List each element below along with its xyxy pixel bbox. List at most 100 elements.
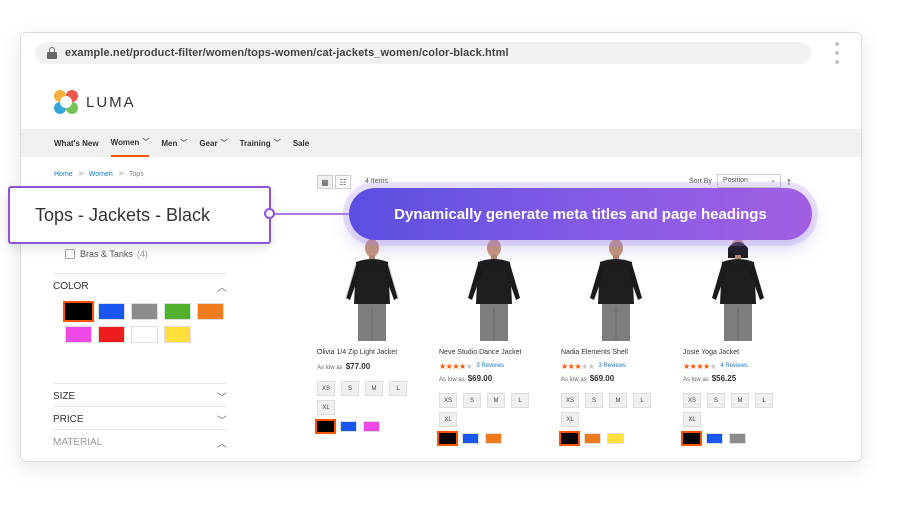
size-option[interactable]: S — [585, 393, 603, 408]
breadcrumb-home[interactable]: Home — [54, 171, 73, 178]
nav-item-sale[interactable]: Sale — [293, 129, 309, 157]
reviews-link[interactable]: 4 Reviews — [720, 363, 748, 369]
color-option-swatch[interactable] — [706, 433, 723, 444]
checkbox[interactable] — [65, 249, 75, 259]
size-option[interactable]: XL — [439, 412, 457, 427]
product-name[interactable]: Nadia Elements Shell — [561, 349, 671, 359]
size-option[interactable]: XS — [317, 381, 335, 396]
filter-material-header[interactable]: MATERIAL ︿ — [53, 435, 227, 450]
filter-color-header[interactable]: COLOR ︿ — [53, 279, 227, 294]
list-view-icon[interactable]: ☷ — [335, 175, 351, 189]
size-option[interactable]: L — [755, 393, 773, 408]
color-swatch[interactable] — [131, 303, 158, 320]
product-card[interactable]: Olivia 1/4 Zip Light Jacket As low as $77.… — [315, 238, 427, 434]
color-option-swatch[interactable] — [315, 419, 336, 434]
nav-item-gear[interactable]: Gear ﹀ — [199, 129, 227, 157]
breadcrumb-women[interactable]: Women — [89, 171, 113, 178]
chevron-up-icon: ︿ — [217, 439, 227, 450]
size-option[interactable]: XL — [317, 400, 335, 415]
color-swatch[interactable] — [197, 303, 224, 320]
browser-menu-icon[interactable] — [835, 42, 839, 64]
size-option[interactable]: XL — [561, 412, 579, 427]
callout-connector-dot — [264, 208, 275, 219]
color-option-swatch[interactable] — [340, 421, 357, 432]
star-icon: ★ — [581, 361, 588, 371]
nav-item-men[interactable]: Men ﹀ — [161, 129, 187, 157]
product-image[interactable] — [317, 238, 427, 341]
size-option[interactable]: M — [609, 393, 627, 408]
nav-item-what-s-new[interactable]: What's New — [54, 129, 99, 157]
color-option-swatch[interactable] — [462, 433, 479, 444]
site-header: LUMA — [21, 73, 861, 129]
address-bar[interactable]: example.net/product-filter/women/tops-wo… — [35, 42, 811, 64]
color-swatch[interactable] — [98, 326, 125, 343]
size-option[interactable]: L — [389, 381, 407, 396]
color-swatch[interactable] — [164, 326, 191, 343]
chevron-down-icon: ﹀ — [273, 140, 281, 147]
star-icon: ★ — [561, 361, 568, 371]
size-option[interactable]: XS — [439, 393, 457, 408]
callout-connector-line — [272, 213, 350, 215]
page-heading-callout: Tops - Jackets - Black — [8, 186, 271, 244]
product-rating: ★★★★★ 3 Reviews — [561, 361, 671, 371]
item-count: 4 Items — [365, 178, 388, 185]
size-option[interactable]: S — [707, 393, 725, 408]
color-option-swatch[interactable] — [584, 433, 601, 444]
star-icon: ★ — [703, 361, 710, 371]
reviews-link[interactable]: 3 Reviews — [476, 363, 504, 369]
callout-text: Tops - Jackets - Black — [35, 204, 211, 225]
size-option[interactable]: M — [731, 393, 749, 408]
color-option-swatch[interactable] — [437, 431, 458, 446]
size-option[interactable]: S — [463, 393, 481, 408]
rating-stars: ★★★★★ — [561, 361, 595, 371]
color-swatch[interactable] — [65, 326, 92, 343]
product-image[interactable] — [561, 238, 671, 341]
banner-text: Dynamically generate meta titles and pag… — [394, 205, 767, 223]
reviews-link[interactable]: 3 Reviews — [598, 363, 626, 369]
chevron-down-icon: ﹀ — [217, 416, 227, 427]
color-swatch[interactable] — [98, 303, 125, 320]
color-swatch-grid — [63, 301, 224, 344]
size-option[interactable]: M — [487, 393, 505, 408]
color-swatch[interactable] — [63, 301, 94, 322]
color-option-swatch[interactable] — [559, 431, 580, 446]
product-price: $56.25 — [711, 374, 737, 383]
color-option-swatch[interactable] — [607, 433, 624, 444]
breadcrumb-separator: > — [118, 171, 123, 178]
color-option-swatch[interactable] — [681, 431, 702, 446]
color-option-swatch[interactable] — [363, 421, 380, 432]
size-option[interactable]: L — [633, 393, 651, 408]
filter-size-header[interactable]: SIZE ﹀ — [53, 389, 227, 404]
size-option[interactable]: S — [341, 381, 359, 396]
sort-by-select[interactable]: Position ⌄ — [717, 174, 781, 188]
divider — [53, 429, 227, 430]
product-card[interactable]: Nadia Elements Shell ★★★★★ 3 Reviews As low… — [559, 238, 671, 446]
grid-view-icon[interactable]: ▦ — [317, 175, 333, 189]
product-name[interactable]: Neve Studio Dance Jacket — [439, 349, 549, 359]
product-price: $69.00 — [467, 374, 493, 383]
color-option-swatch[interactable] — [729, 433, 746, 444]
nav-item-women[interactable]: Women ﹀ — [110, 129, 150, 157]
filter-price-header[interactable]: PRICE ﹀ — [53, 412, 227, 427]
filter-option-bras-tanks[interactable]: Bras & Tanks (4) — [65, 249, 148, 259]
nav-item-training[interactable]: Training ﹀ — [240, 129, 281, 157]
size-option[interactable]: M — [365, 381, 383, 396]
product-name[interactable]: Olivia 1/4 Zip Light Jacket — [317, 349, 427, 359]
feature-banner: Dynamically generate meta titles and pag… — [349, 188, 812, 240]
size-option[interactable]: XS — [561, 393, 579, 408]
color-option-swatch[interactable] — [485, 433, 502, 444]
size-option[interactable]: XL — [683, 412, 701, 427]
site-logo[interactable]: LUMA — [54, 90, 136, 114]
chevron-down-icon: ﹀ — [217, 393, 227, 404]
product-card[interactable]: Josie Yoga Jacket ★★★★★ 4 Reviews As low as… — [681, 238, 793, 446]
breadcrumb-separator: > — [78, 171, 83, 178]
color-swatch[interactable] — [131, 326, 158, 343]
color-swatch[interactable] — [164, 303, 191, 320]
product-image[interactable] — [683, 238, 793, 341]
product-name[interactable]: Josie Yoga Jacket — [683, 349, 793, 359]
size-option[interactable]: XS — [683, 393, 701, 408]
size-option[interactable]: L — [511, 393, 529, 408]
color-options — [559, 431, 671, 446]
product-card[interactable]: Neve Studio Dance Jacket ★★★★★ 3 Reviews As… — [437, 238, 549, 446]
product-image[interactable] — [439, 238, 549, 341]
